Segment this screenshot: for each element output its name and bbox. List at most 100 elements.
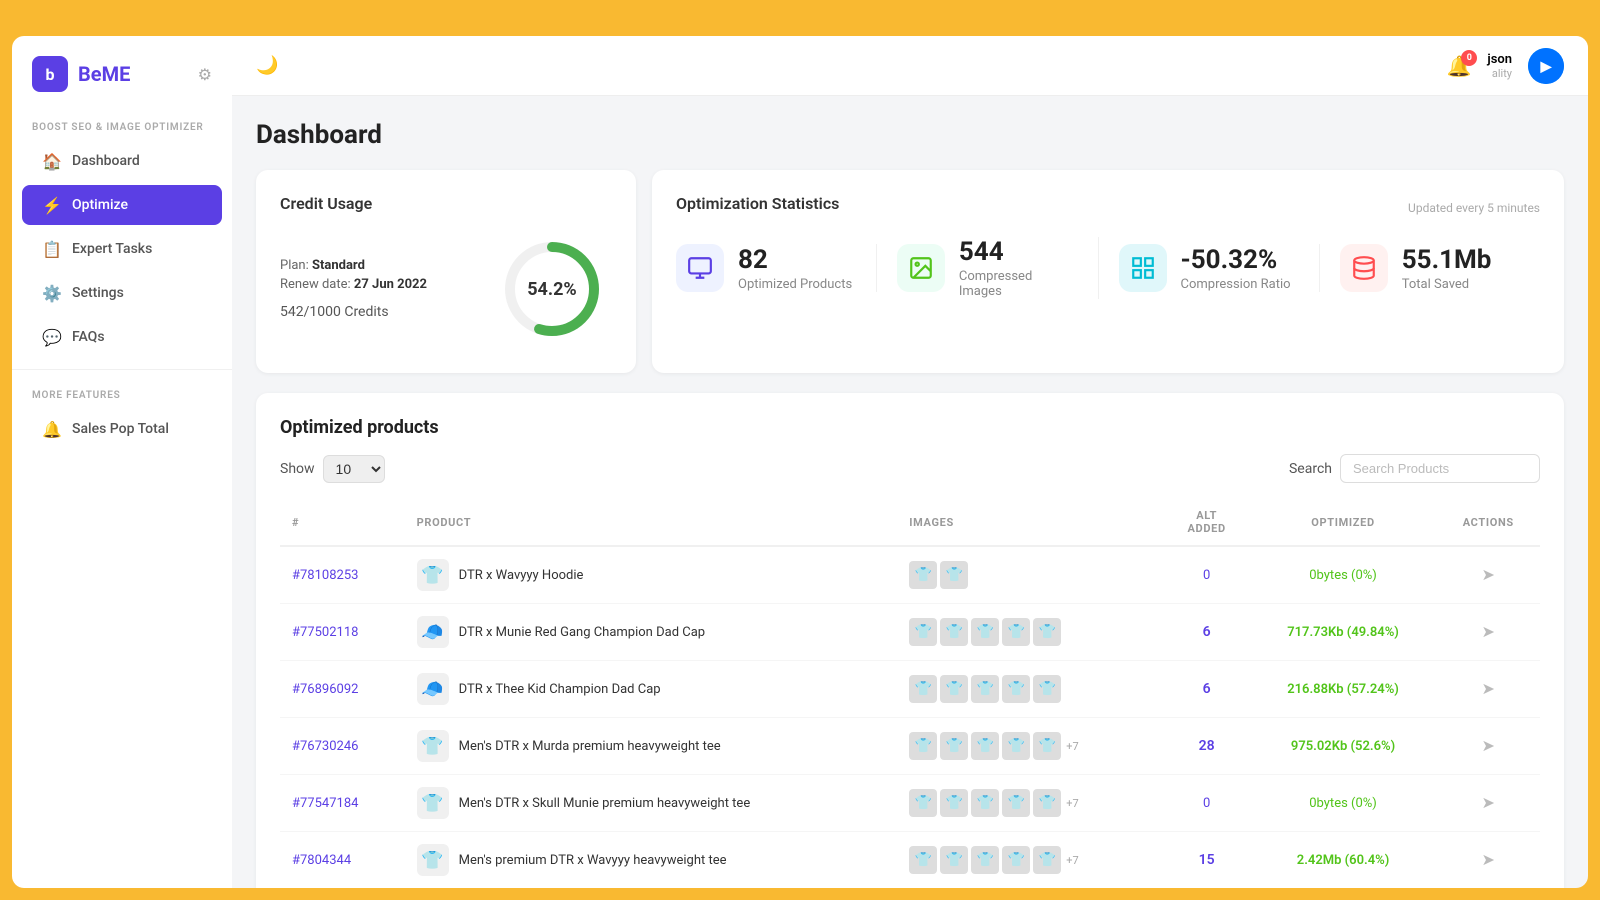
sidebar-section-more: MORE FEATURES <box>12 380 232 407</box>
products-table: # PRODUCT IMAGES ALTADDED OPTIMIZED ACTI… <box>280 499 1540 888</box>
sidebar-item-dashboard[interactable]: 🏠 Dashboard <box>22 141 222 181</box>
cell-id: #78108253 <box>280 546 405 604</box>
cell-images: 👕👕👕👕👕+7 <box>897 832 1163 889</box>
main-area: 🌙 🔔 0 json ality ▶ <box>232 36 1588 888</box>
stat-ratio-value: -50.32% <box>1181 245 1291 275</box>
product-link[interactable]: #76730246 <box>292 739 358 754</box>
moon-icon[interactable]: 🌙 <box>256 55 278 76</box>
optimized-value: 717.73Kb (49.84%) <box>1287 625 1399 640</box>
image-thumb: 👕 <box>940 561 968 589</box>
product-cell: 🧢 DTR x Thee Kid Champion Dad Cap <box>417 673 886 705</box>
svg-text:▶: ▶ <box>1540 59 1553 75</box>
cell-id: #77547184 <box>280 775 405 832</box>
search-row: Search <box>1289 454 1540 483</box>
cell-actions: ➤ <box>1437 832 1541 889</box>
action-button[interactable]: ➤ <box>1482 850 1495 870</box>
stat-products-label: Optimized Products <box>738 277 852 292</box>
user-info: json ality <box>1487 52 1512 80</box>
cell-images: 👕👕👕👕👕+7 <box>897 718 1163 775</box>
product-name: DTR x Munie Red Gang Champion Dad Cap <box>459 625 705 640</box>
images-more-count: +7 <box>1066 797 1078 810</box>
col-product: PRODUCT <box>405 499 898 546</box>
image-thumb: 👕 <box>971 846 999 874</box>
stat-total-saved: 55.1Mb Total Saved <box>1320 244 1540 292</box>
image-thumb: 👕 <box>909 732 937 760</box>
stat-icon-ratio <box>1119 244 1167 292</box>
notification-button[interactable]: 🔔 0 <box>1446 54 1471 78</box>
action-button[interactable]: ➤ <box>1482 622 1495 642</box>
optimized-value: 2.42Mb (60.4%) <box>1297 853 1390 868</box>
table-row: #76730246 👕 Men's DTR x Murda premium he… <box>280 718 1540 775</box>
stat-images-label: Compressed Images <box>959 269 1078 299</box>
image-thumb: 👕 <box>1002 618 1030 646</box>
cell-alt-added: 6 <box>1164 604 1250 661</box>
product-link[interactable]: #77547184 <box>292 796 358 811</box>
cell-id: #76730246 <box>280 718 405 775</box>
images-cell: 👕👕👕👕👕+7 <box>909 732 1151 760</box>
sidebar-item-label-faqs: FAQs <box>72 329 105 345</box>
product-link[interactable]: #7804344 <box>292 853 351 868</box>
image-thumb: 👕 <box>1033 789 1061 817</box>
plan-text: Plan: Standard <box>280 258 462 273</box>
cell-images: 👕👕 <box>897 546 1163 604</box>
sidebar-item-sales-pop[interactable]: 🔔 Sales Pop Total <box>22 409 222 449</box>
settings-gear-icon[interactable]: ⚙ <box>198 65 212 84</box>
page-title: Dashboard <box>256 120 1564 150</box>
images-cell: 👕👕👕👕👕+7 <box>909 846 1151 874</box>
product-link[interactable]: #78108253 <box>292 568 358 583</box>
action-button[interactable]: ➤ <box>1482 565 1495 585</box>
sidebar-item-expert-tasks[interactable]: 📋 Expert Tasks <box>22 229 222 269</box>
product-thumbnail: 👕 <box>417 559 449 591</box>
cell-alt-added: 6 <box>1164 661 1250 718</box>
product-name: DTR x Thee Kid Champion Dad Cap <box>459 682 661 697</box>
alt-added-value: 15 <box>1199 852 1215 868</box>
optimized-value: 0bytes (0%) <box>1309 796 1377 811</box>
cell-images: 👕👕👕👕👕+7 <box>897 775 1163 832</box>
sidebar-item-optimize[interactable]: ⚡ Optimize <box>22 185 222 225</box>
renew-label: Renew date: <box>280 277 351 292</box>
sidebar-item-faqs[interactable]: 💬 FAQs <box>22 317 222 357</box>
product-thumbnail: 👕 <box>417 730 449 762</box>
sidebar-item-settings[interactable]: ⚙️ Settings <box>22 273 222 313</box>
cell-product: 👕 Men's DTR x Murda premium heavyweight … <box>405 718 898 775</box>
image-thumb: 👕 <box>1033 675 1061 703</box>
product-cell: 👕 DTR x Wavyyy Hoodie <box>417 559 886 591</box>
product-cell: 👕 Men's premium DTR x Wavyyy heavyweight… <box>417 844 886 876</box>
action-button[interactable]: ➤ <box>1482 793 1495 813</box>
cell-actions: ➤ <box>1437 718 1541 775</box>
faqs-icon: 💬 <box>42 327 62 347</box>
image-thumb: 👕 <box>909 675 937 703</box>
search-input[interactable] <box>1340 454 1540 483</box>
search-label: Search <box>1289 461 1332 477</box>
optimize-icon: ⚡ <box>42 195 62 215</box>
stat-saved-info: 55.1Mb Total Saved <box>1402 245 1492 292</box>
product-thumbnail: 🧢 <box>417 673 449 705</box>
alt-added-value: 0 <box>1203 796 1210 811</box>
sales-pop-icon: 🔔 <box>42 419 62 439</box>
image-thumb: 👕 <box>909 846 937 874</box>
cell-optimized: 975.02Kb (52.6%) <box>1250 718 1437 775</box>
cell-actions: ➤ <box>1437 661 1541 718</box>
image-thumb: 👕 <box>940 789 968 817</box>
stat-icon-saved <box>1340 244 1388 292</box>
stat-optimized-products: 82 Optimized Products <box>676 244 877 292</box>
stat-ratio-info: -50.32% Compression Ratio <box>1181 245 1291 292</box>
image-thumb: 👕 <box>1033 618 1061 646</box>
product-link[interactable]: #76896092 <box>292 682 358 697</box>
show-select-row: Show 10 25 50 100 <box>280 455 385 483</box>
image-thumb: 👕 <box>1033 846 1061 874</box>
action-button[interactable]: ➤ <box>1482 736 1495 756</box>
credits-display: 542/1000 Credits <box>280 304 462 320</box>
optimized-value: 975.02Kb (52.6%) <box>1291 739 1395 754</box>
image-thumb: 👕 <box>971 675 999 703</box>
product-link[interactable]: #77502118 <box>292 625 358 640</box>
images-cell: 👕👕 <box>909 561 1151 589</box>
table-row: #76896092 🧢 DTR x Thee Kid Champion Dad … <box>280 661 1540 718</box>
images-cell: 👕👕👕👕👕 <box>909 675 1151 703</box>
show-dropdown[interactable]: 10 25 50 100 <box>323 455 385 483</box>
table-card: Optimized products Show 10 25 50 100 Sea… <box>256 393 1564 888</box>
images-cell: 👕👕👕👕👕 <box>909 618 1151 646</box>
stats-card-title: Optimization Statistics <box>676 194 839 213</box>
action-button[interactable]: ➤ <box>1482 679 1495 699</box>
credit-info: Plan: Standard Renew date: 27 Jun 2022 5… <box>280 258 462 320</box>
